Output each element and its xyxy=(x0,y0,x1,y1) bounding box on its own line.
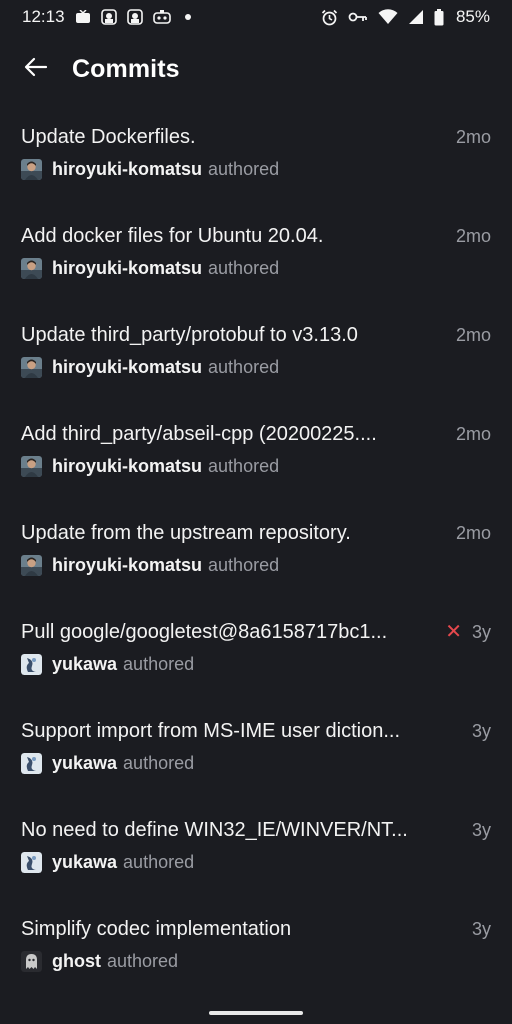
commit-message: Add docker files for Ubuntu 20.04. xyxy=(21,224,324,247)
commit-action: authored xyxy=(208,554,280,575)
commit-item[interactable]: Add third_party/abseil-cpp (20200225....… xyxy=(0,418,512,517)
commit-item[interactable]: Update Dockerfiles. 2mo hiroyuki-komatsu… xyxy=(0,121,512,220)
commit-action: authored xyxy=(123,752,195,773)
status-bar-left: 12:13 xyxy=(22,7,191,27)
commit-time: 2mo xyxy=(455,126,491,147)
commit-message: Update from the upstream repository. xyxy=(21,521,351,544)
commit-action: authored xyxy=(208,257,280,278)
commit-author[interactable]: yukawa xyxy=(52,852,117,873)
commit-message: Update third_party/protobuf to v3.13.0 xyxy=(21,323,358,346)
back-button[interactable] xyxy=(0,34,72,104)
cell-signal-icon xyxy=(408,9,424,25)
arrow-left-icon xyxy=(24,57,48,82)
status-time: 12:13 xyxy=(22,7,65,26)
avatar[interactable] xyxy=(21,950,42,972)
commit-message: Simplify codec implementation xyxy=(21,917,292,940)
commit-action: authored xyxy=(208,158,280,179)
commit-author[interactable]: yukawa xyxy=(52,654,117,675)
page-title: Commits xyxy=(72,54,180,83)
avatar[interactable] xyxy=(21,158,42,180)
commit-author[interactable]: hiroyuki-komatsu xyxy=(52,555,202,576)
game-controller-icon xyxy=(152,10,171,24)
avatar[interactable] xyxy=(21,752,42,774)
commit-item[interactable]: Add docker files for Ubuntu 20.04. 2mo h… xyxy=(0,220,512,319)
avatar[interactable] xyxy=(21,653,42,675)
commit-author[interactable]: yukawa xyxy=(52,753,117,774)
commit-message: Add third_party/abseil-cpp (20200225.... xyxy=(21,422,377,445)
commit-time: 2mo xyxy=(455,324,491,345)
commit-time: 3y xyxy=(471,621,491,642)
app-bar: Commits xyxy=(0,34,512,104)
commit-author[interactable]: hiroyuki-komatsu xyxy=(52,456,202,477)
commit-action: authored xyxy=(123,653,195,674)
wifi-icon xyxy=(378,9,398,25)
more-notifications-dot-icon xyxy=(184,14,191,20)
commit-time: 2mo xyxy=(455,522,491,543)
tv-icon xyxy=(75,10,91,24)
vpn-key-icon xyxy=(348,11,368,23)
avatar[interactable] xyxy=(21,455,42,477)
commit-time: 3y xyxy=(471,918,491,939)
check-failed-icon[interactable]: ✕ xyxy=(445,622,462,642)
battery-icon xyxy=(434,8,444,26)
avatar[interactable] xyxy=(21,554,42,576)
commit-message: No need to define WIN32_IE/WINVER/NT... xyxy=(21,818,408,841)
home-indicator[interactable] xyxy=(209,1011,303,1015)
avatar[interactable] xyxy=(21,356,42,378)
notification-app-icon xyxy=(126,9,143,25)
commit-time: 3y xyxy=(471,720,491,741)
commit-author[interactable]: hiroyuki-komatsu xyxy=(52,258,202,279)
commit-action: authored xyxy=(123,851,195,872)
status-bar: 12:13 85% xyxy=(0,0,512,34)
avatar[interactable] xyxy=(21,257,42,279)
commit-action: authored xyxy=(107,950,179,971)
commit-author[interactable]: ghost xyxy=(52,951,101,972)
commit-author[interactable]: hiroyuki-komatsu xyxy=(52,159,202,180)
avatar[interactable] xyxy=(21,851,42,873)
commit-item[interactable]: Pull google/googletest@8a6158717bc1... ✕… xyxy=(0,616,512,715)
commit-action: authored xyxy=(208,356,280,377)
commit-message: Update Dockerfiles. xyxy=(21,125,196,148)
commit-item[interactable]: Support import from MS-IME user diction.… xyxy=(0,715,512,814)
commit-message: Support import from MS-IME user diction.… xyxy=(21,719,401,742)
status-bar-right: 85% xyxy=(321,7,490,27)
commit-time: 2mo xyxy=(455,225,491,246)
commit-message: Pull google/googletest@8a6158717bc1... xyxy=(21,620,388,643)
commit-author[interactable]: hiroyuki-komatsu xyxy=(52,357,202,378)
commit-item[interactable]: No need to define WIN32_IE/WINVER/NT... … xyxy=(0,814,512,913)
commit-item[interactable]: Simplify codec implementation 3y ghost a… xyxy=(0,913,512,1012)
commit-action: authored xyxy=(208,455,280,476)
commit-item[interactable]: Update from the upstream repository. 2mo… xyxy=(0,517,512,616)
notification-app-icon xyxy=(100,9,117,25)
commit-time: 3y xyxy=(471,819,491,840)
battery-percent: 85% xyxy=(455,7,490,26)
commit-time: 2mo xyxy=(455,423,491,444)
commit-list: Update Dockerfiles. 2mo hiroyuki-komatsu… xyxy=(0,121,512,1012)
alarm-icon xyxy=(321,9,338,26)
commit-item[interactable]: Update third_party/protobuf to v3.13.0 2… xyxy=(0,319,512,418)
